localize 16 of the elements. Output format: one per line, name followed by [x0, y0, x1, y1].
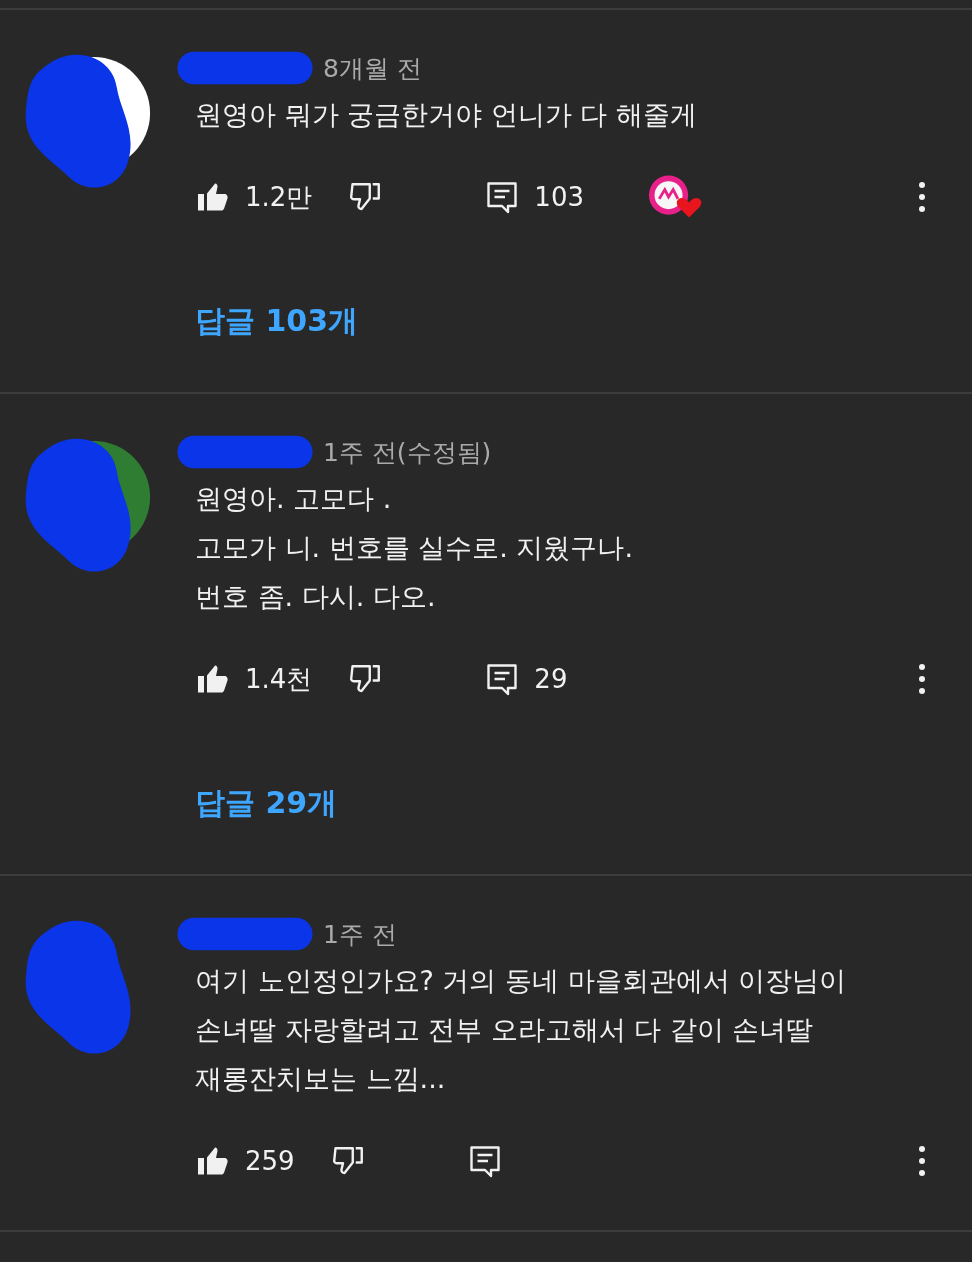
replies-link[interactable]: 답글 103개 [195, 301, 359, 342]
comment-time: 8개월 전 [323, 52, 422, 85]
more-icon[interactable] [918, 663, 926, 695]
reply-count: 103 [534, 182, 584, 212]
more-icon[interactable] [918, 1145, 926, 1177]
replies-link[interactable]: 답글 29개 [195, 783, 338, 824]
like-count: 259 [245, 1146, 295, 1176]
like-count: 1.4천 [245, 662, 313, 696]
reply-count: 29 [534, 664, 568, 694]
comment-text: 여기 노인정인가요? 거의 동네 마을회관에서 이장님이 손녀딸 자랑할려고 전부 오라고해서 다 같이 손녀딸 재롱잔치보는 느낌... [195, 964, 848, 1096]
comment-time: 1주 전 [323, 918, 397, 951]
like-count: 1.2만 [245, 180, 313, 214]
comment-text: 원영아 뭐가 궁금한거야 언니가 다 해줄게 [195, 98, 698, 132]
more-icon[interactable] [918, 181, 926, 213]
comment-text: 원영아. 고모다 . 고모가 니. 번호를 실수로. 지웠구나. 번호 좀. 다시. 다오. [195, 482, 635, 614]
comment-time: 1주 전(수정됨) [323, 436, 492, 469]
